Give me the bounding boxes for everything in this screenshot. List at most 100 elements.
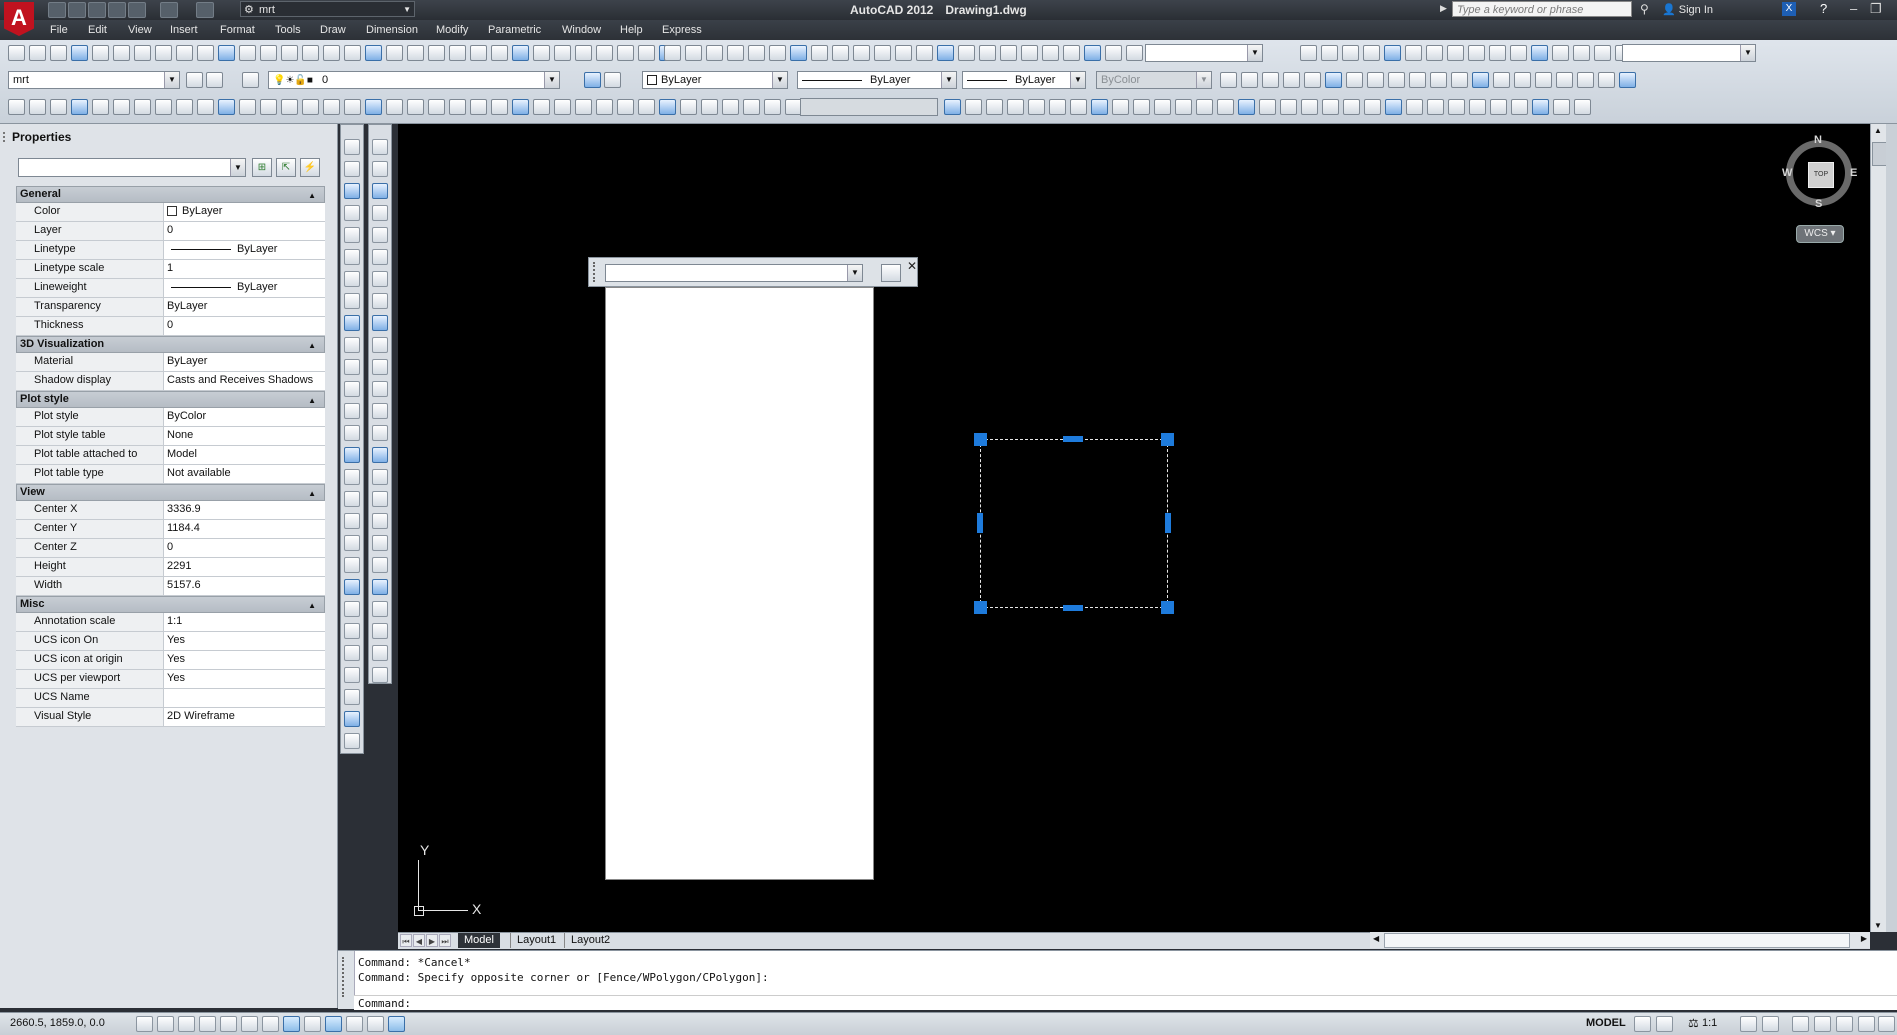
binoculars-icon[interactable]: ⚲ <box>1640 2 1649 16</box>
snap-tool-icon[interactable] <box>365 99 382 115</box>
draw-tool-icon[interactable] <box>344 667 360 683</box>
snap-tool-icon[interactable] <box>1574 99 1591 115</box>
modify-tool-icon[interactable] <box>372 315 388 331</box>
property-row[interactable]: Plot table type Not available <box>16 465 325 484</box>
draw-tool-icon[interactable] <box>344 469 360 485</box>
toolbar-tool-icon[interactable] <box>881 264 901 282</box>
menu-tools[interactable]: Tools <box>275 24 301 36</box>
view-dropdown[interactable]: ▼ <box>1622 44 1756 62</box>
standard-tool-icon[interactable] <box>1573 45 1590 61</box>
snap-tool-icon[interactable] <box>197 99 214 115</box>
snap-tool-icon[interactable] <box>113 99 130 115</box>
snap-tool-icon[interactable] <box>155 99 172 115</box>
drafting-toggle-icon[interactable] <box>346 1016 363 1032</box>
menu-dimension[interactable]: Dimension <box>366 24 418 36</box>
property-row[interactable]: Linetype ByLayer <box>16 241 325 260</box>
property-value[interactable]: ByLayer <box>164 279 325 297</box>
draw-tool-icon[interactable] <box>344 249 360 265</box>
snap-tool-icon[interactable] <box>512 99 529 115</box>
standard-tool-icon[interactable] <box>638 45 655 61</box>
snap-tool-icon[interactable] <box>1553 99 1570 115</box>
menu-insert[interactable]: Insert <box>170 24 198 36</box>
snap-tool-icon[interactable] <box>50 99 67 115</box>
layer-tool-icon[interactable] <box>242 72 259 88</box>
quick-select-icon[interactable]: ⚡ <box>300 158 320 177</box>
layer-tool-icon[interactable] <box>1346 72 1363 88</box>
snap-tool-icon[interactable] <box>344 99 361 115</box>
snap-tool-icon[interactable] <box>1196 99 1213 115</box>
modify-tool-icon[interactable] <box>372 381 388 397</box>
collapse-icon[interactable]: ▲ <box>308 393 316 408</box>
property-value[interactable]: ByColor <box>164 408 325 426</box>
tab-model[interactable]: Model <box>458 933 500 948</box>
snap-tool-icon[interactable] <box>470 99 487 115</box>
standard-tool-icon[interactable] <box>937 45 954 61</box>
scroll-down-icon[interactable]: ▼ <box>1874 921 1882 930</box>
plot-icon[interactable] <box>128 2 146 18</box>
property-row[interactable]: UCS Name <box>16 689 325 708</box>
snap-tool-icon[interactable] <box>239 99 256 115</box>
coordinate-readout[interactable]: 2660.5, 1859.0, 0.0 <box>10 1017 105 1029</box>
snap-tool-icon[interactable] <box>386 99 403 115</box>
toolbar-grip[interactable] <box>593 262 599 282</box>
scroll-right-icon[interactable]: ▶ <box>1861 934 1867 943</box>
layer-tool-icon[interactable] <box>1472 72 1489 88</box>
draw-tool-icon[interactable] <box>344 689 360 705</box>
snap-tool-icon[interactable] <box>1427 99 1444 115</box>
draw-tool-icon[interactable] <box>344 491 360 507</box>
standard-tool-icon[interactable] <box>407 45 424 61</box>
command-input[interactable]: Command: <box>354 995 1897 1010</box>
standard-tool-icon[interactable] <box>1384 45 1401 61</box>
property-row[interactable]: Color ByLayer <box>16 203 325 222</box>
menu-file[interactable]: File <box>50 24 68 36</box>
standard-tool-icon[interactable] <box>176 45 193 61</box>
property-value[interactable]: Model <box>164 446 325 464</box>
select-objects-icon[interactable]: ⇱ <box>276 158 296 177</box>
draw-tool-icon[interactable] <box>344 733 360 749</box>
snap-tool-icon[interactable] <box>617 99 634 115</box>
minimize-icon[interactable]: – <box>1850 1 1857 16</box>
drafting-toggle-icon[interactable] <box>220 1016 237 1032</box>
exchange-icon[interactable]: X <box>1782 2 1796 16</box>
standard-tool-icon[interactable] <box>1000 45 1017 61</box>
drafting-toggle-icon[interactable] <box>262 1016 279 1032</box>
layer-tool-icon[interactable] <box>1430 72 1447 88</box>
draw-tool-icon[interactable] <box>344 579 360 595</box>
section-header[interactable]: Plot style ▲ <box>16 391 325 408</box>
collapse-icon[interactable]: ▲ <box>308 598 316 613</box>
standard-tool-icon[interactable] <box>302 45 319 61</box>
property-value[interactable]: 0 <box>164 222 325 240</box>
snap-tool-icon[interactable] <box>1364 99 1381 115</box>
drafting-toggle-icon[interactable] <box>157 1016 174 1032</box>
drafting-toggle-icon[interactable] <box>283 1016 300 1032</box>
draw-tool-icon[interactable] <box>344 139 360 155</box>
snap-tool-icon[interactable] <box>449 99 466 115</box>
standard-tool-icon[interactable] <box>1042 45 1059 61</box>
property-row[interactable]: Width 5157.6 <box>16 577 325 596</box>
standard-tool-icon[interactable] <box>575 45 592 61</box>
modify-tool-icon[interactable] <box>372 139 388 155</box>
drafting-toggle-icon[interactable] <box>388 1016 405 1032</box>
vertical-scrollbar[interactable]: ▲ ▼ <box>1870 124 1887 932</box>
draw-tool-icon[interactable] <box>344 381 360 397</box>
layer-tool-icon[interactable] <box>1220 72 1237 88</box>
standard-tool-icon[interactable] <box>1321 45 1338 61</box>
standard-tool-icon[interactable] <box>512 45 529 61</box>
layer-tool-icon[interactable] <box>1556 72 1573 88</box>
standard-tool-icon[interactable] <box>664 45 681 61</box>
standard-tool-icon[interactable] <box>1105 45 1122 61</box>
property-value[interactable]: 1:1 <box>164 613 325 631</box>
standard-tool-icon[interactable] <box>979 45 996 61</box>
property-value[interactable]: ByLayer <box>164 203 325 221</box>
help-icon[interactable]: ? <box>1820 1 1827 16</box>
linetype-dropdown[interactable]: ByLayer ▼ <box>797 71 957 89</box>
snap-tool-icon[interactable] <box>1154 99 1171 115</box>
menu-draw[interactable]: Draw <box>320 24 346 36</box>
modify-tool-icon[interactable] <box>372 205 388 221</box>
standard-tool-icon[interactable] <box>1447 45 1464 61</box>
layer-tool-icon[interactable] <box>1283 72 1300 88</box>
drafting-toggle-icon[interactable] <box>304 1016 321 1032</box>
standard-tool-icon[interactable] <box>281 45 298 61</box>
snap-tool-icon[interactable] <box>659 99 676 115</box>
standard-tool-icon[interactable] <box>8 45 25 61</box>
